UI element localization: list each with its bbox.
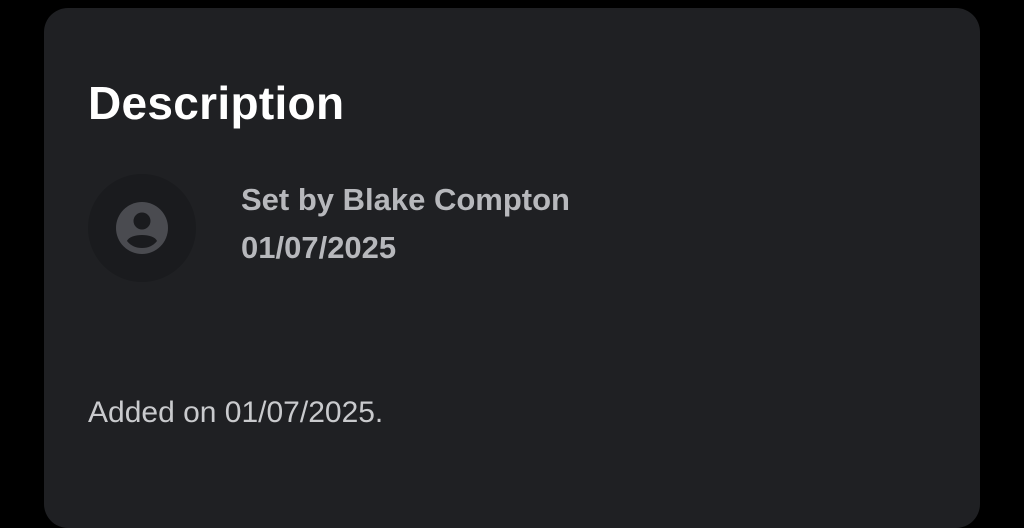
- author-meta: Set by Blake Compton 01/07/2025: [241, 184, 570, 263]
- avatar: [88, 174, 196, 282]
- description-card: Description Set by Blake Compton 01/07/2…: [44, 8, 980, 528]
- person-circle-icon: [115, 201, 169, 255]
- card-title: Description: [88, 77, 345, 129]
- added-on-text: Added on 01/07/2025.: [88, 396, 384, 429]
- set-by-label: Set by Blake Compton: [241, 182, 570, 217]
- set-date: 01/07/2025: [241, 230, 397, 265]
